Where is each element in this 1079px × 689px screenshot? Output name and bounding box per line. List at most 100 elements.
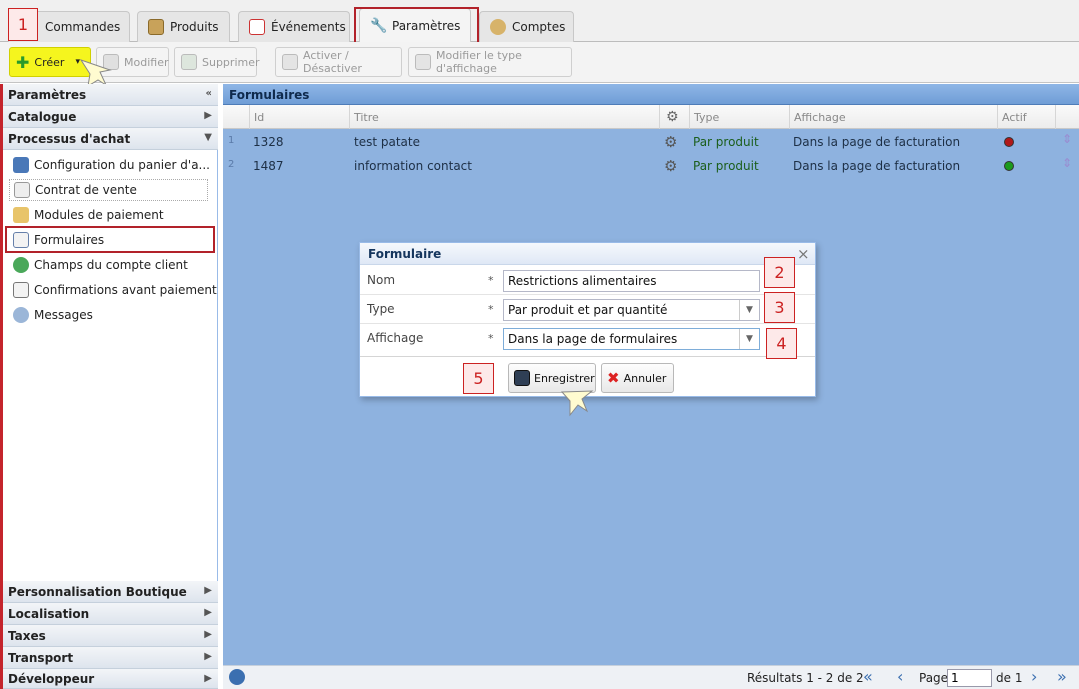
field-label: Nom — [367, 273, 396, 287]
page-count: de 1 — [996, 671, 1023, 685]
delete-button[interactable]: Supprimer — [174, 47, 260, 77]
row-id: 1328 — [253, 135, 284, 149]
callout-3: 3 — [764, 292, 795, 323]
activate-label: Activer / Désactiver — [303, 49, 362, 75]
sidebar-item-modules-paiement[interactable]: Modules de paiement — [13, 204, 164, 226]
drag-handle-icon[interactable]: ⇕ — [1062, 132, 1072, 146]
chevron-down-icon[interactable]: ▼ — [739, 300, 759, 320]
pointer-arrow — [560, 390, 594, 417]
trash-icon — [181, 54, 197, 70]
sidebar-item-confirmations[interactable]: Confirmations avant paiement — [13, 279, 217, 301]
sidebar-item-configuration-panier[interactable]: Configuration du panier d'a... — [13, 154, 210, 176]
refresh-icon[interactable] — [229, 669, 245, 685]
divider — [360, 356, 815, 357]
col-settings[interactable]: ⚙ — [659, 105, 689, 129]
callout-5: 5 — [463, 363, 494, 394]
create-label: Créer — [34, 55, 65, 69]
users-icon — [490, 19, 506, 35]
active-status-icon[interactable] — [1004, 161, 1014, 171]
gear-icon[interactable]: ⚙ — [664, 157, 677, 175]
nom-input[interactable]: Restrictions alimentaires — [503, 270, 760, 292]
sidebar-item-messages[interactable]: Messages — [13, 304, 93, 326]
field-row-nom: Nom * Restrictions alimentaires — [360, 267, 815, 295]
row-title: test patate — [354, 135, 420, 149]
prev-page-icon[interactable]: ‹ — [897, 667, 903, 686]
payment-icon — [13, 207, 29, 223]
delete-label: Supprimer — [202, 55, 260, 69]
gear-icon[interactable]: ⚙ — [664, 133, 677, 151]
callout-2: 2 — [764, 257, 795, 288]
field-label: Affichage — [367, 331, 424, 345]
affichage-select[interactable]: Dans la page de formulaires ▼ — [503, 328, 760, 350]
col-actif[interactable]: Actif — [997, 105, 1055, 129]
col-type[interactable]: Type — [689, 105, 789, 129]
row-display: Dans la page de facturation — [793, 159, 961, 173]
row-type: Par produit — [693, 135, 759, 149]
chevron-right-icon: ▶ — [204, 673, 212, 684]
tab-evenements[interactable]: Événements — [238, 11, 350, 42]
type-select[interactable]: Par produit et par quantité ▼ — [503, 299, 760, 321]
first-page-icon[interactable]: « — [863, 667, 873, 686]
section-catalogue[interactable]: Catalogue ▶ — [3, 106, 218, 128]
chevron-down-icon[interactable]: ▼ — [739, 329, 759, 349]
col-titre[interactable]: Titre — [349, 105, 659, 129]
sidebar-item-champs-compte[interactable]: Champs du compte client — [13, 254, 188, 276]
row-display: Dans la page de facturation — [793, 135, 961, 149]
chevron-right-icon: ▶ — [204, 585, 212, 596]
cancel-x-icon: ✖ — [607, 369, 620, 387]
chevron-right-icon: ▶ — [204, 110, 212, 121]
required-mark: * — [488, 303, 494, 316]
page-input[interactable] — [947, 669, 992, 687]
tab-label: Produits — [170, 20, 219, 34]
message-icon — [13, 307, 29, 323]
tab-label: Événements — [271, 20, 346, 34]
tab-label: Comptes — [512, 20, 566, 34]
toggle-icon — [282, 54, 298, 70]
col-affichage[interactable]: Affichage — [789, 105, 997, 129]
col-id[interactable]: Id — [249, 105, 349, 129]
inactive-status-icon[interactable] — [1004, 137, 1014, 147]
page-label: Page — [919, 671, 949, 685]
callout-1: 1 — [8, 8, 38, 41]
pager-bar: Résultats 1 - 2 de 2 « ‹ Page de 1 › » — [223, 665, 1079, 689]
dialog-title: Formulaire — [360, 243, 815, 265]
field-row-type: Type * Par produit et par quantité ▼ — [360, 295, 815, 324]
display-type-label: Modifier le type d'affichage — [436, 49, 522, 75]
section-parametres[interactable]: Paramètres « — [3, 84, 218, 106]
form-dialog: Formulaire × Nom * Restrictions alimenta… — [359, 242, 816, 397]
cancel-button[interactable]: ✖ Annuler — [601, 363, 674, 393]
pager-results: Résultats 1 - 2 de 2 — [747, 671, 864, 685]
activate-button[interactable]: Activer / Désactiver — [275, 47, 402, 77]
table-row[interactable]: 1 1328 test patate ⚙ Par produit Dans la… — [223, 130, 1079, 154]
confirmation-icon — [13, 282, 29, 298]
box-icon — [148, 19, 164, 35]
cart-config-icon — [13, 157, 29, 173]
tab-produits[interactable]: Produits — [137, 11, 230, 42]
drag-handle-icon[interactable]: ⇕ — [1062, 156, 1072, 170]
plus-icon: ✚ — [16, 52, 30, 72]
section-developpeur[interactable]: Développeur ▶ — [3, 669, 218, 689]
tab-comptes[interactable]: Comptes — [479, 11, 574, 42]
account-fields-icon — [13, 257, 29, 273]
close-icon[interactable]: × — [797, 245, 810, 263]
chevron-right-icon: ▶ — [204, 651, 212, 662]
table-row[interactable]: 2 1487 information contact ⚙ Par produit… — [223, 154, 1079, 178]
collapse-left-icon[interactable]: « — [206, 88, 212, 99]
chevron-right-icon: ▶ — [204, 629, 212, 640]
section-taxes[interactable]: Taxes ▶ — [3, 625, 218, 647]
next-page-icon[interactable]: › — [1031, 667, 1037, 686]
highlight-formulaires — [5, 226, 215, 253]
section-processus-achat[interactable]: Processus d'achat ▼ — [3, 128, 218, 150]
field-label: Type — [367, 302, 395, 316]
section-localisation[interactable]: Localisation ▶ — [3, 603, 218, 625]
row-title: information contact — [354, 159, 472, 173]
row-id: 1487 — [253, 159, 284, 173]
calendar-icon — [249, 19, 265, 35]
section-transport[interactable]: Transport ▶ — [3, 647, 218, 669]
sidebar-item-contrat-vente[interactable]: Contrat de vente — [9, 179, 208, 201]
section-personnalisation[interactable]: Personnalisation Boutique ▶ — [3, 581, 218, 603]
top-tab-bar: Commandes Produits Événements 🔧 Paramètr… — [0, 0, 1079, 43]
chevron-down-icon: ▼ — [204, 132, 212, 143]
last-page-icon[interactable]: » — [1057, 667, 1067, 686]
display-type-button[interactable]: Modifier le type d'affichage — [408, 47, 572, 77]
